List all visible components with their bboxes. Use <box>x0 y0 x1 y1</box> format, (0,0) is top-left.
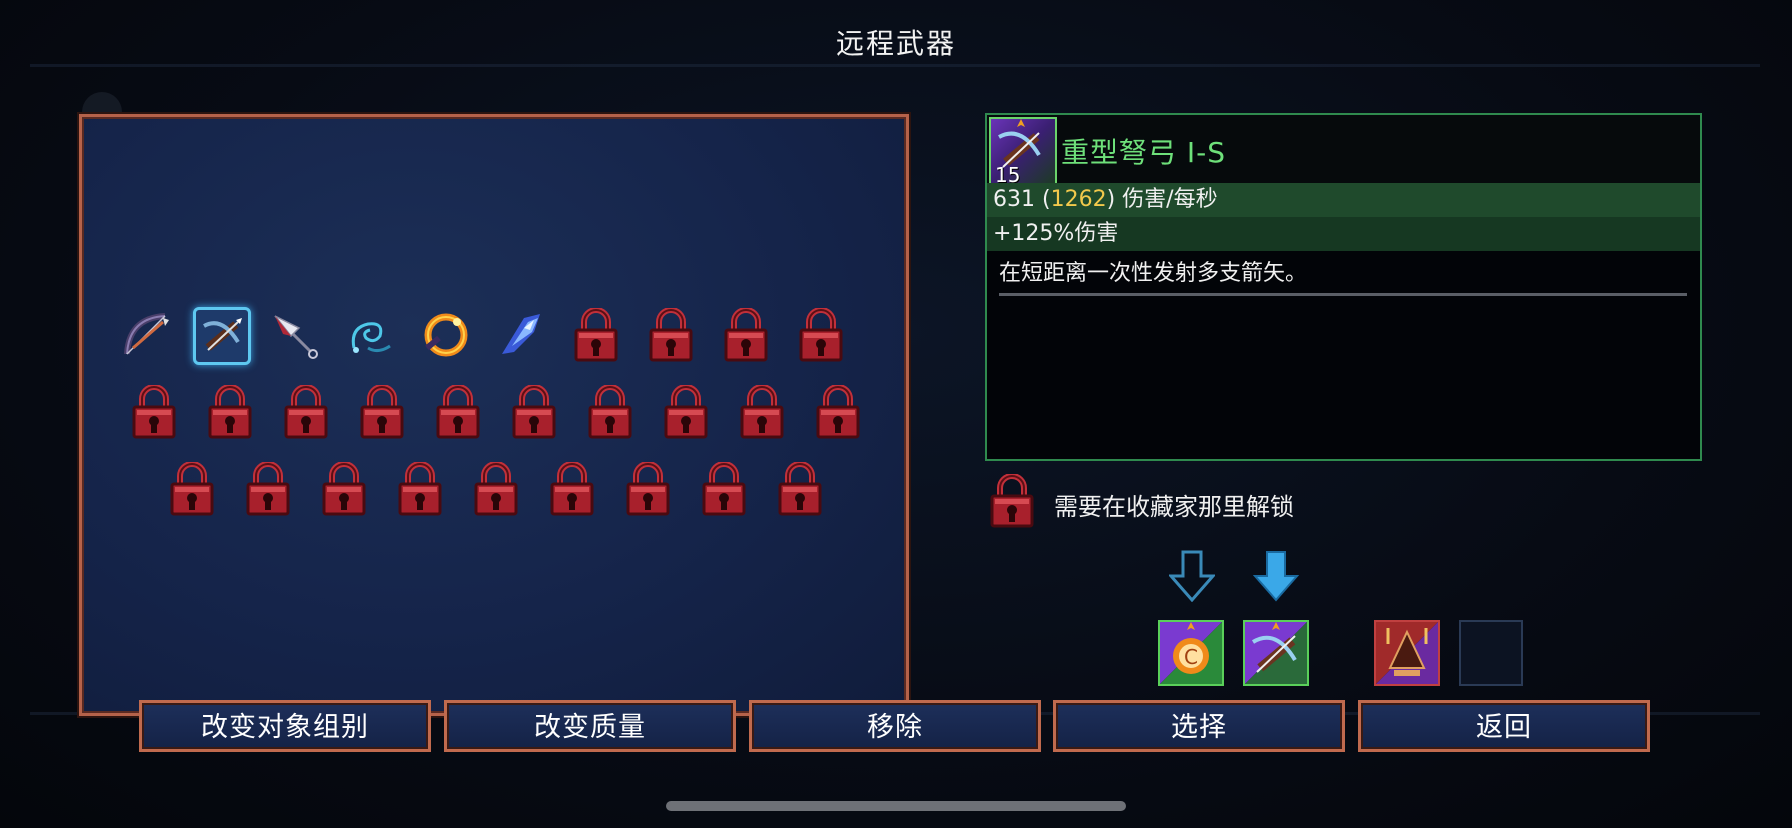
padlock-icon[interactable] <box>240 461 296 517</box>
skill-totem-icon[interactable] <box>1374 620 1440 686</box>
divider <box>30 64 1760 67</box>
filled-down-arrow-icon <box>1253 550 1299 602</box>
padlock-icon[interactable] <box>568 307 624 363</box>
unlock-note: 需要在收藏家那里解锁 <box>1054 493 1294 521</box>
ice-whip-icon[interactable] <box>343 307 399 363</box>
fire-ring-icon[interactable] <box>418 307 474 363</box>
select-button[interactable]: 选择 <box>1053 700 1345 752</box>
change-quality-button[interactable]: 改变质量 <box>444 700 736 752</box>
padlock-icon[interactable] <box>643 307 699 363</box>
padlock-icon <box>988 474 1036 528</box>
padlock-icon[interactable] <box>658 384 714 440</box>
padlock-icon[interactable] <box>718 307 774 363</box>
item-bonus: +125%伤害 <box>987 217 1700 251</box>
svg-text:C: C <box>1184 645 1198 669</box>
ice-shard-icon[interactable] <box>493 307 549 363</box>
dps-suffix: ) 伤害/每秒 <box>1106 187 1218 212</box>
padlock-icon[interactable] <box>544 461 600 517</box>
remove-button[interactable]: 移除 <box>749 700 1041 752</box>
bow-icon[interactable] <box>118 307 174 363</box>
divider <box>999 293 1687 296</box>
dps-open: ( <box>1035 187 1051 212</box>
dps-value: 631 <box>993 187 1035 212</box>
padlock-icon[interactable] <box>734 384 790 440</box>
item-dps: 631 (1262) 伤害/每秒 <box>987 183 1700 217</box>
padlock-icon[interactable] <box>202 384 258 440</box>
padlock-icon[interactable] <box>164 461 220 517</box>
item-detail-panel: 15 重型弩弓 I-S 631 (1262) 伤害/每秒 +125%伤害 在短距… <box>985 113 1702 461</box>
padlock-icon[interactable] <box>278 384 334 440</box>
item-header: 15 重型弩弓 I-S <box>987 115 1700 187</box>
padlock-icon[interactable] <box>793 307 849 363</box>
dps-crit-value: 1262 <box>1050 187 1107 212</box>
padlock-icon[interactable] <box>506 384 562 440</box>
inventory-panel <box>79 114 909 716</box>
item-name: 重型弩弓 I-S <box>1061 136 1227 169</box>
heavy-crossbow-icon[interactable] <box>193 307 251 365</box>
heavy-crossbow-icon: 15 <box>989 117 1057 187</box>
heavy-crossbow-icon[interactable] <box>1243 620 1309 686</box>
padlock-icon[interactable] <box>430 384 486 440</box>
back-button[interactable]: 返回 <box>1358 700 1650 752</box>
change-group-button[interactable]: 改变对象组别 <box>139 700 431 752</box>
padlock-icon[interactable] <box>126 384 182 440</box>
padlock-icon[interactable] <box>696 461 752 517</box>
padlock-icon[interactable] <box>468 461 524 517</box>
padlock-icon[interactable] <box>772 461 828 517</box>
padlock-icon[interactable] <box>354 384 410 440</box>
empty-slot[interactable] <box>1459 620 1523 686</box>
padlock-icon[interactable] <box>316 461 372 517</box>
padlock-icon[interactable] <box>582 384 638 440</box>
outline-down-arrow-icon <box>1169 550 1215 602</box>
fire-orb-weapon-icon[interactable]: C <box>1158 620 1224 686</box>
padlock-icon[interactable] <box>620 461 676 517</box>
page-title: 远程武器 <box>835 27 956 60</box>
throwing-knife-icon[interactable] <box>268 307 324 363</box>
item-description: 在短距离一次性发射多支箭矢。 <box>999 261 1308 286</box>
home-indicator[interactable] <box>666 801 1126 811</box>
padlock-icon[interactable] <box>810 384 866 440</box>
padlock-icon[interactable] <box>392 461 448 517</box>
